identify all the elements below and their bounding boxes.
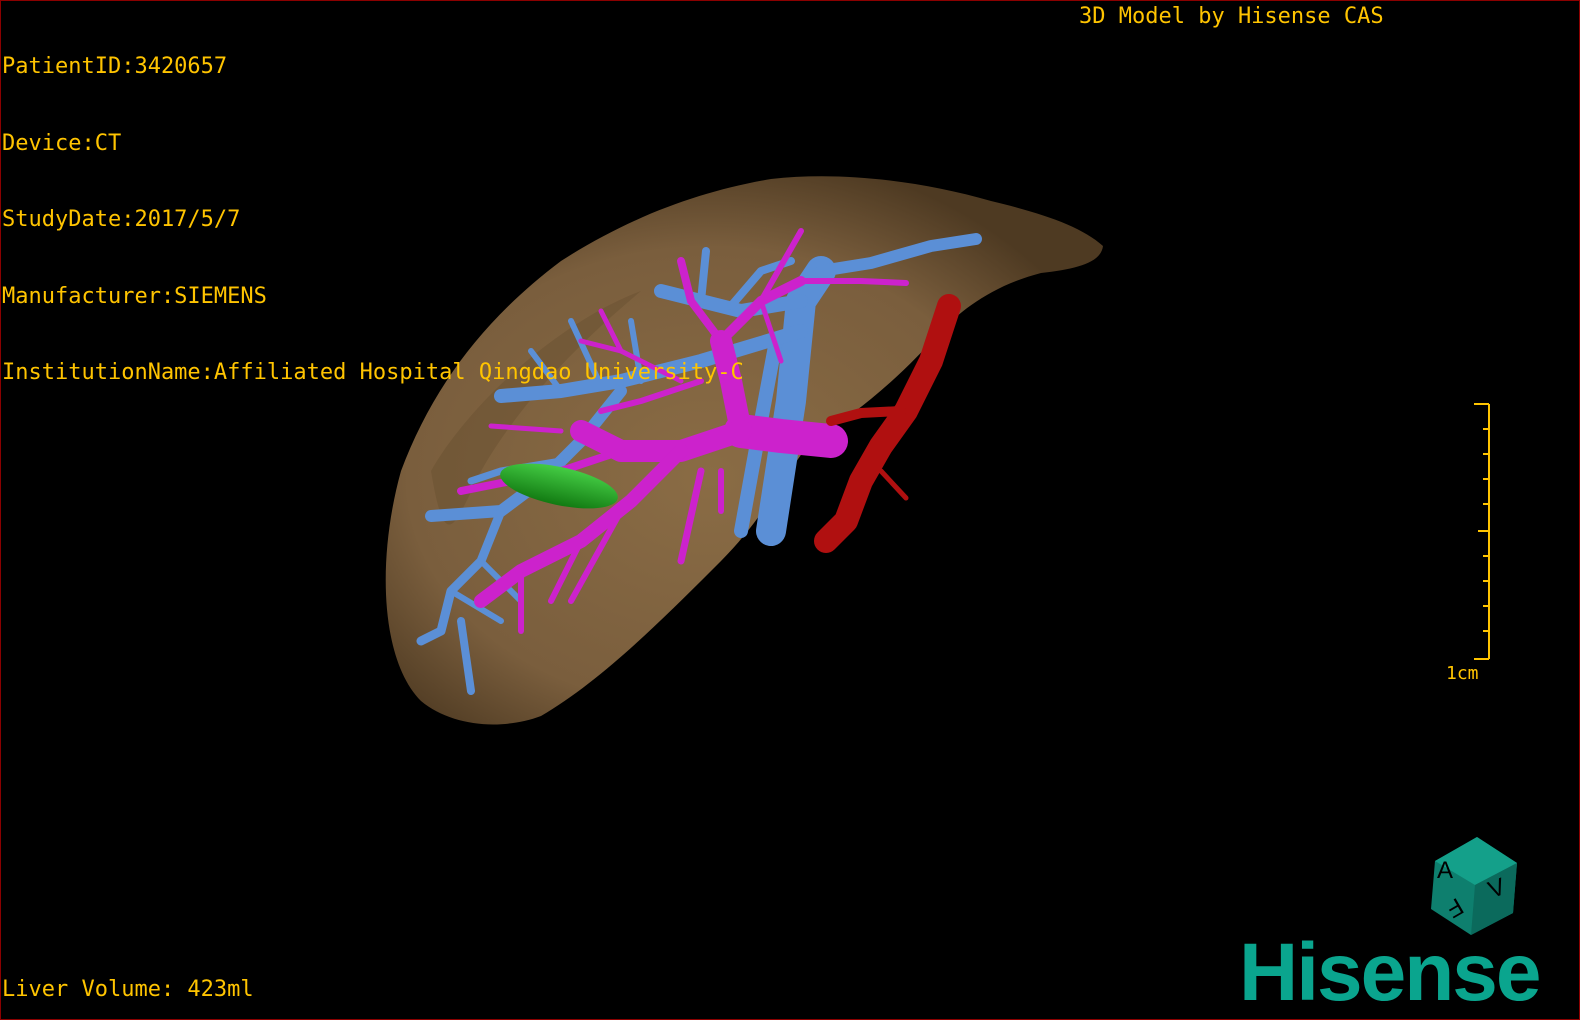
patient-id: PatientID:3420657 [2, 54, 228, 79]
device: Device:CT [2, 130, 122, 156]
3d-viewport[interactable]: PatientID:3420657 Device:CT StudyDate:20… [0, 0, 1580, 1020]
cube-face-a: A [1437, 857, 1454, 884]
scale-label: 1cm [1446, 663, 1479, 684]
scale-ruler [1474, 403, 1490, 660]
institution-name: InstitutionName:Affiliated Hospital Qing… [2, 360, 744, 385]
scale-bar: 1cm [1441, 401, 1497, 691]
hisense-logo: Hisense [1239, 927, 1542, 1018]
manufacturer: Manufacturer:SIEMENS [2, 283, 267, 309]
study-info: PatientID:3420657 Device:CT StudyDate:20… [2, 3, 744, 437]
liver-volume: Liver Volume: 423ml [2, 977, 254, 1002]
model-brand-text: 3D Model by Hisense CAS [1079, 4, 1384, 29]
study-date: StudyDate:2017/5/7 [2, 207, 241, 232]
